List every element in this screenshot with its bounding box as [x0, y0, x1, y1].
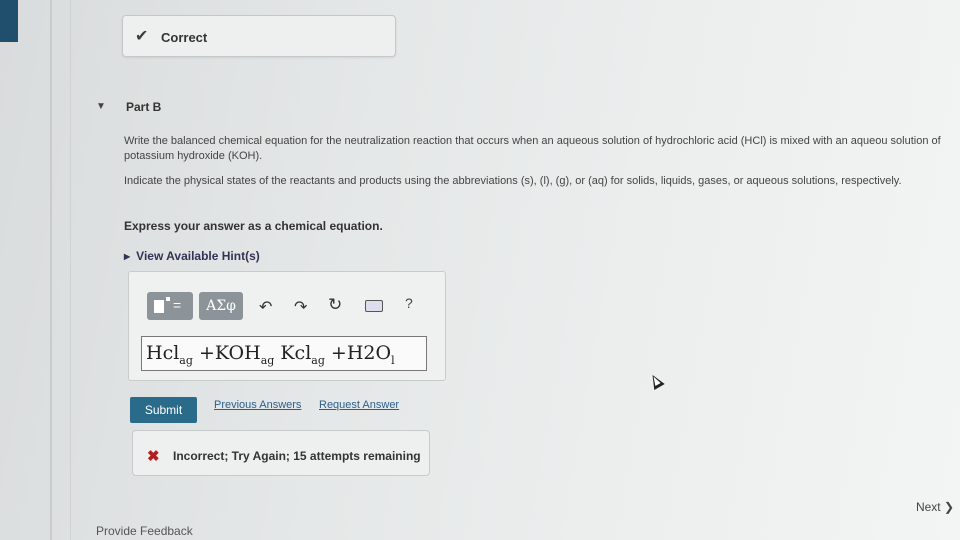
- reset-icon[interactable]: ↻: [328, 295, 342, 315]
- plus-sign: +: [192, 342, 215, 364]
- correct-label: Correct: [161, 30, 208, 45]
- provide-feedback-link[interactable]: Provide Feedback: [96, 524, 193, 538]
- help-icon[interactable]: ?: [405, 295, 413, 311]
- product-kcl: Kcl: [274, 342, 312, 364]
- express-instruction: Express your answer as a chemical equati…: [124, 219, 383, 233]
- feedback-message: Incorrect; Try Again; 15 attempts remain…: [173, 449, 421, 463]
- correct-status-box: ✔ Correct: [122, 15, 396, 57]
- plus-sign: +: [324, 342, 347, 364]
- submit-button[interactable]: Submit: [130, 397, 197, 423]
- content-border: [70, 0, 71, 540]
- templates-button[interactable]: =: [147, 292, 193, 320]
- hints-label: View Available Hint(s): [136, 249, 260, 263]
- template-equals-icon: =: [173, 297, 182, 313]
- greek-symbols-button[interactable]: ΑΣφ: [199, 292, 243, 320]
- margin-divider: [50, 0, 52, 540]
- reactant-koh: KOH: [214, 342, 261, 364]
- request-answer-link[interactable]: Request Answer: [319, 399, 399, 411]
- incorrect-x-icon: ✖: [147, 448, 160, 465]
- incorrect-feedback-box: ✖ Incorrect; Try Again; 15 attempts rema…: [132, 430, 430, 476]
- expand-triangle-icon: ▶: [124, 252, 131, 261]
- mouse-cursor-icon: [647, 371, 665, 391]
- question-text: Write the balanced chemical equation for…: [124, 135, 941, 162]
- template-box-icon: [154, 300, 164, 313]
- redo-icon[interactable]: ↷: [294, 297, 307, 317]
- koh-state: ag: [260, 353, 275, 367]
- reactant-hcl: Hcl: [146, 342, 180, 364]
- undo-icon[interactable]: ↶: [259, 297, 272, 317]
- checkmark-icon: ✔: [135, 28, 149, 45]
- answer-input[interactable]: Hclag +KOHag Kclag +H2Ol: [141, 336, 427, 371]
- answer-expression: Hclag +KOHag Kclag +H2Ol: [146, 342, 395, 367]
- left-edge-bar: [0, 0, 18, 42]
- keyboard-icon[interactable]: [365, 300, 383, 312]
- states-instruction: Indicate the physical states of the reac…: [124, 175, 902, 187]
- kcl-state: ag: [311, 353, 325, 367]
- hcl-state: ag: [179, 353, 193, 367]
- template-small-box-icon: [166, 297, 170, 301]
- h2o-state: l: [391, 353, 395, 367]
- answer-editor: = ΑΣφ ↶ ↷ ↻ ? Hclag +KOHag Kclag +H2Ol: [128, 271, 446, 381]
- part-title: Part B: [126, 100, 162, 114]
- previous-answers-link[interactable]: Previous Answers: [214, 399, 301, 411]
- collapse-toggle-icon[interactable]: ▼: [96, 101, 106, 112]
- next-link[interactable]: Next ❯: [916, 500, 954, 514]
- product-h2o: H2O: [346, 342, 392, 364]
- view-hints-link[interactable]: ▶ View Available Hint(s): [124, 249, 260, 263]
